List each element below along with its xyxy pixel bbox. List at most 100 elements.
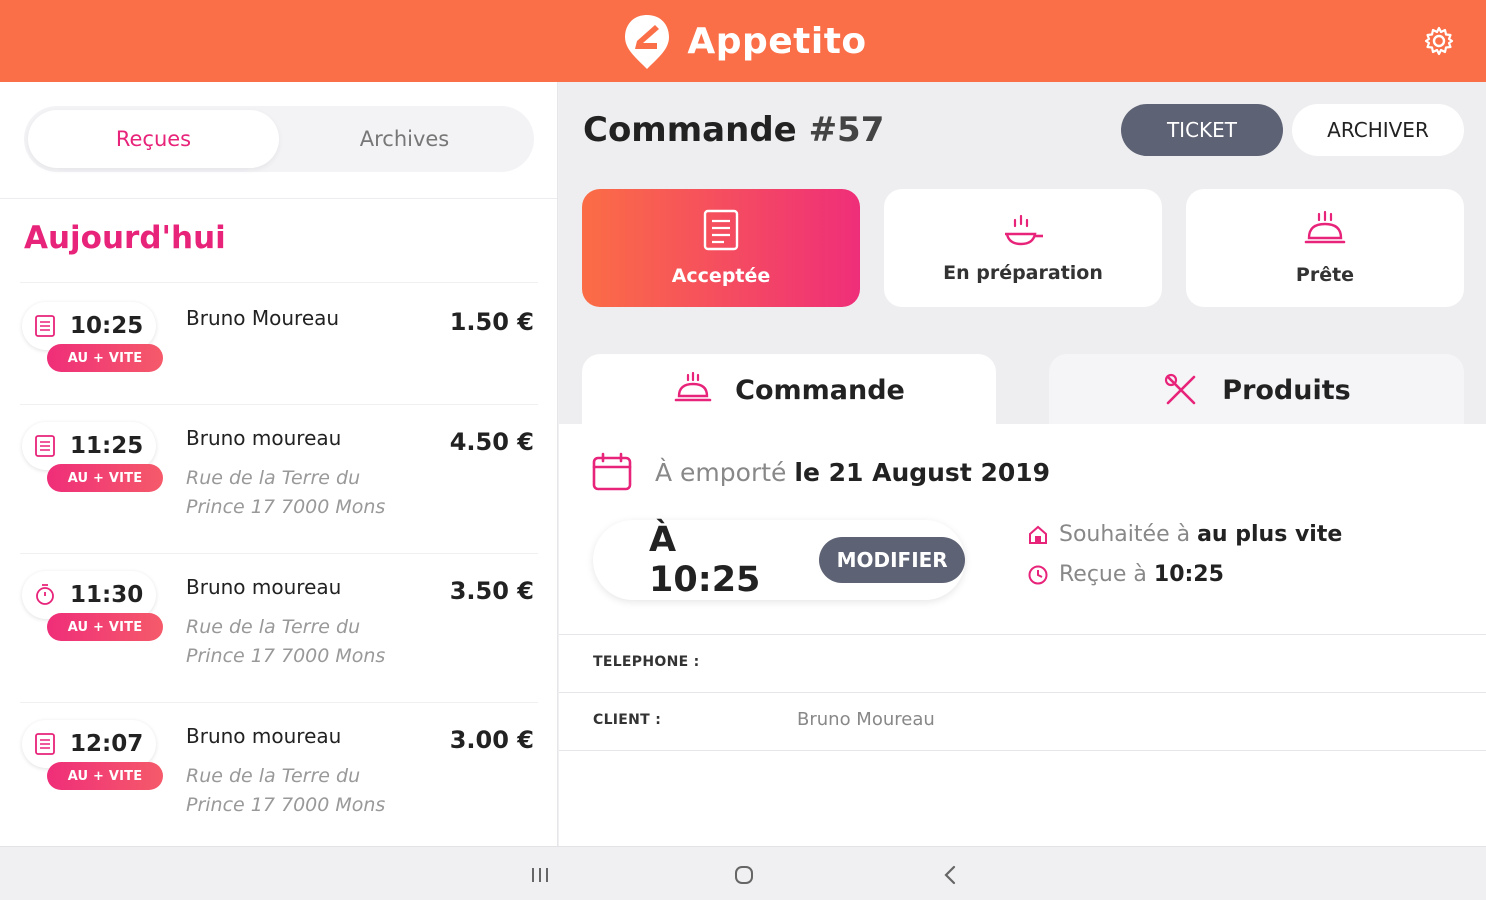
status-preparing[interactable]: En préparation (884, 189, 1162, 307)
app-title: Appetito (687, 20, 867, 62)
status-accepted[interactable]: Acceptée (582, 189, 860, 307)
divider (559, 692, 1486, 693)
calendar-icon (592, 452, 632, 491)
received-time: Reçue à 10:25 (1027, 562, 1224, 587)
order-address: Rue de la Terre du Prince 17 7000 Mons (186, 613, 385, 671)
order-item[interactable]: 11:30 AU + VITE Bruno moureau Rue de la … (0, 553, 557, 701)
timer-icon (36, 584, 54, 605)
order-price: 1.50 € (449, 308, 534, 336)
modify-button[interactable]: MODIFIER (819, 537, 965, 583)
order-price: 4.50 € (449, 428, 534, 456)
receipt-icon (35, 315, 55, 337)
order-price: 3.00 € (449, 726, 534, 754)
back-icon (944, 865, 956, 885)
system-nav-bar (0, 846, 1486, 900)
status-label: Prête (1295, 264, 1355, 286)
client-value: Bruno Moureau (797, 709, 935, 730)
divider (20, 282, 538, 283)
orders-list-pane: Reçues Archives Aujourd'hui 10:25 AU + V… (0, 82, 558, 846)
divider (559, 750, 1486, 751)
order-customer: Bruno moureau (186, 724, 342, 748)
status-label: Acceptée (671, 265, 771, 287)
order-address: Rue de la Terre du Prince 17 7000 Mons (186, 762, 385, 820)
receipt-icon (35, 435, 55, 457)
priority-badge: AU + VITE (47, 613, 163, 641)
order-time-pill: 11:30 (22, 571, 156, 619)
tab-label: Produits (1222, 374, 1351, 406)
order-address-line: Rue de la Terre du (186, 616, 361, 638)
archive-button[interactable]: ARCHIVER (1292, 104, 1464, 156)
divider (20, 702, 538, 703)
settings-button[interactable] (1422, 24, 1456, 58)
divider (559, 634, 1486, 635)
order-customer: Bruno Moureau (186, 306, 340, 330)
order-time: 11:25 (70, 433, 144, 459)
order-number: #57 (808, 110, 885, 150)
app-header: Appetito (0, 0, 1486, 82)
appetito-logo-icon (625, 15, 670, 69)
order-customer: Bruno moureau (186, 575, 342, 599)
home-icon (735, 866, 753, 884)
order-time: 10:25 (70, 313, 144, 339)
order-detail-pane: Commande #57 TICKET ARCHIVER Acceptée En… (559, 82, 1486, 846)
wished-label: Souhaitée à (1059, 522, 1191, 547)
tab-label: Commande (735, 374, 905, 406)
section-title: Aujourd'hui (24, 220, 226, 256)
clock-icon (1028, 565, 1048, 584)
receipt-icon (35, 733, 55, 755)
tab-archives[interactable]: Archives (279, 110, 530, 168)
order-title: Commande #57 (583, 110, 884, 150)
order-address-line: Prince 17 7000 Mons (186, 645, 386, 667)
frying-pan-icon (1005, 214, 1043, 246)
tab-products[interactable]: Produits (1049, 354, 1464, 426)
order-time-pill: 10:25 (22, 302, 156, 350)
pickup-time-box: À 10:25 MODIFIER (593, 520, 965, 600)
gear-icon (1424, 26, 1454, 56)
pickup-date-value: le 21 August 2019 (794, 457, 1051, 487)
client-label: CLIENT : (593, 712, 662, 728)
pickup-mode: À emporté (655, 457, 787, 487)
order-customer: Bruno moureau (186, 426, 342, 450)
status-label: En préparation (943, 262, 1103, 284)
recent-apps-icon (532, 868, 548, 882)
brand: Appetito (619, 11, 866, 71)
divider (0, 198, 557, 199)
wished-time: Souhaitée à au plus vite (1027, 522, 1342, 547)
back-button[interactable] (936, 861, 964, 889)
order-time-pill: 12:07 (22, 720, 156, 768)
priority-badge: AU + VITE (47, 464, 163, 492)
order-time: 11:30 (70, 582, 144, 608)
order-price: 3.50 € (449, 577, 534, 605)
home-button[interactable] (730, 861, 758, 889)
order-detail-body: À emporté le 21 August 2019 À 10:25 MODI… (559, 424, 1486, 846)
cloche-icon (674, 372, 712, 402)
order-address-line: Prince 17 7000 Mons (186, 794, 386, 816)
order-address-line: Rue de la Terre du (186, 765, 361, 787)
order-address-line: Prince 17 7000 Mons (186, 496, 386, 518)
order-title-label: Commande (583, 110, 797, 150)
order-time-pill: 11:25 (22, 422, 156, 470)
shop-icon (1029, 525, 1047, 544)
pickup-date: À emporté le 21 August 2019 (591, 452, 1050, 492)
divider (20, 553, 538, 554)
wished-value: au plus vite (1197, 522, 1343, 547)
received-label: Reçue à (1059, 562, 1147, 587)
order-item[interactable]: 11:25 AU + VITE Bruno moureau Rue de la … (0, 404, 557, 552)
priority-badge: AU + VITE (47, 344, 163, 372)
recent-apps-button[interactable] (526, 861, 554, 889)
order-time: 12:07 (70, 731, 144, 757)
cloche-icon (1304, 210, 1346, 244)
receipt-icon (703, 209, 739, 251)
status-ready[interactable]: Prête (1186, 189, 1464, 307)
tab-order[interactable]: Commande (582, 354, 996, 426)
ticket-button[interactable]: TICKET (1121, 104, 1283, 156)
phone-label: TELEPHONE : (593, 654, 700, 670)
order-item[interactable]: 12:07 AU + VITE Bruno moureau Rue de la … (0, 702, 557, 846)
divider (20, 404, 538, 405)
order-address-line: Rue de la Terre du (186, 467, 361, 489)
order-item[interactable]: 10:25 AU + VITE Bruno Moureau 1.50 € (0, 282, 557, 402)
order-address: Rue de la Terre du Prince 17 7000 Mons (186, 464, 385, 522)
received-value: 10:25 (1153, 562, 1224, 587)
tab-received[interactable]: Reçues (28, 110, 279, 168)
orders-tabs: Reçues Archives (24, 106, 534, 172)
